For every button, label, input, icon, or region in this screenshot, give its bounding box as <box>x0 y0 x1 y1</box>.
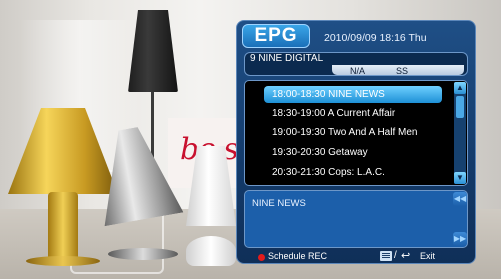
record-red-dot-icon <box>258 254 265 261</box>
exit-hint[interactable]: Exit <box>420 251 435 261</box>
menu-icon <box>380 251 392 261</box>
scroll-down-icon[interactable]: ▼ <box>454 172 466 184</box>
page-up-icon[interactable]: ◀◀ <box>453 192 467 206</box>
gold-lamp-base <box>48 192 78 264</box>
epg-window: EPG 2010/09/09 18:16 Thu 9 NINE DIGITAL … <box>236 20 476 264</box>
gold-lamp-foot <box>26 256 100 266</box>
program-row[interactable]: 20:30-21:30 Cops: L.A.C. <box>264 164 442 181</box>
schedule-rec-hint[interactable]: Schedule REC <box>268 251 327 261</box>
epg-title: EPG <box>242 24 310 48</box>
page-down-icon[interactable]: ▶▶ <box>453 232 467 246</box>
epg-datetime: 2010/09/09 18:16 Thu <box>324 32 427 44</box>
channel-info-right: SS <box>396 66 409 76</box>
channel-name: 9 NINE DIGITAL <box>250 53 324 64</box>
white-lamp-base <box>186 236 236 266</box>
channel-info-left: N/A <box>350 66 366 76</box>
scroll-up-icon[interactable]: ▲ <box>454 82 466 94</box>
program-row[interactable]: 19:00-19:30 Two And A Half Men <box>264 124 442 141</box>
program-description: NINE NEWS <box>252 198 306 209</box>
program-row-selected[interactable]: 18:00-18:30 NINE NEWS <box>264 86 442 103</box>
silver-lamp-foot <box>108 248 178 260</box>
scrollbar-thumb[interactable] <box>456 96 464 118</box>
program-row[interactable]: 19:30-20:30 Getaway <box>264 144 442 161</box>
back-icon: ↩ <box>401 250 411 262</box>
program-row[interactable]: 18:30-19:00 A Current Affair <box>264 105 442 122</box>
footer-separator: / <box>394 250 397 261</box>
